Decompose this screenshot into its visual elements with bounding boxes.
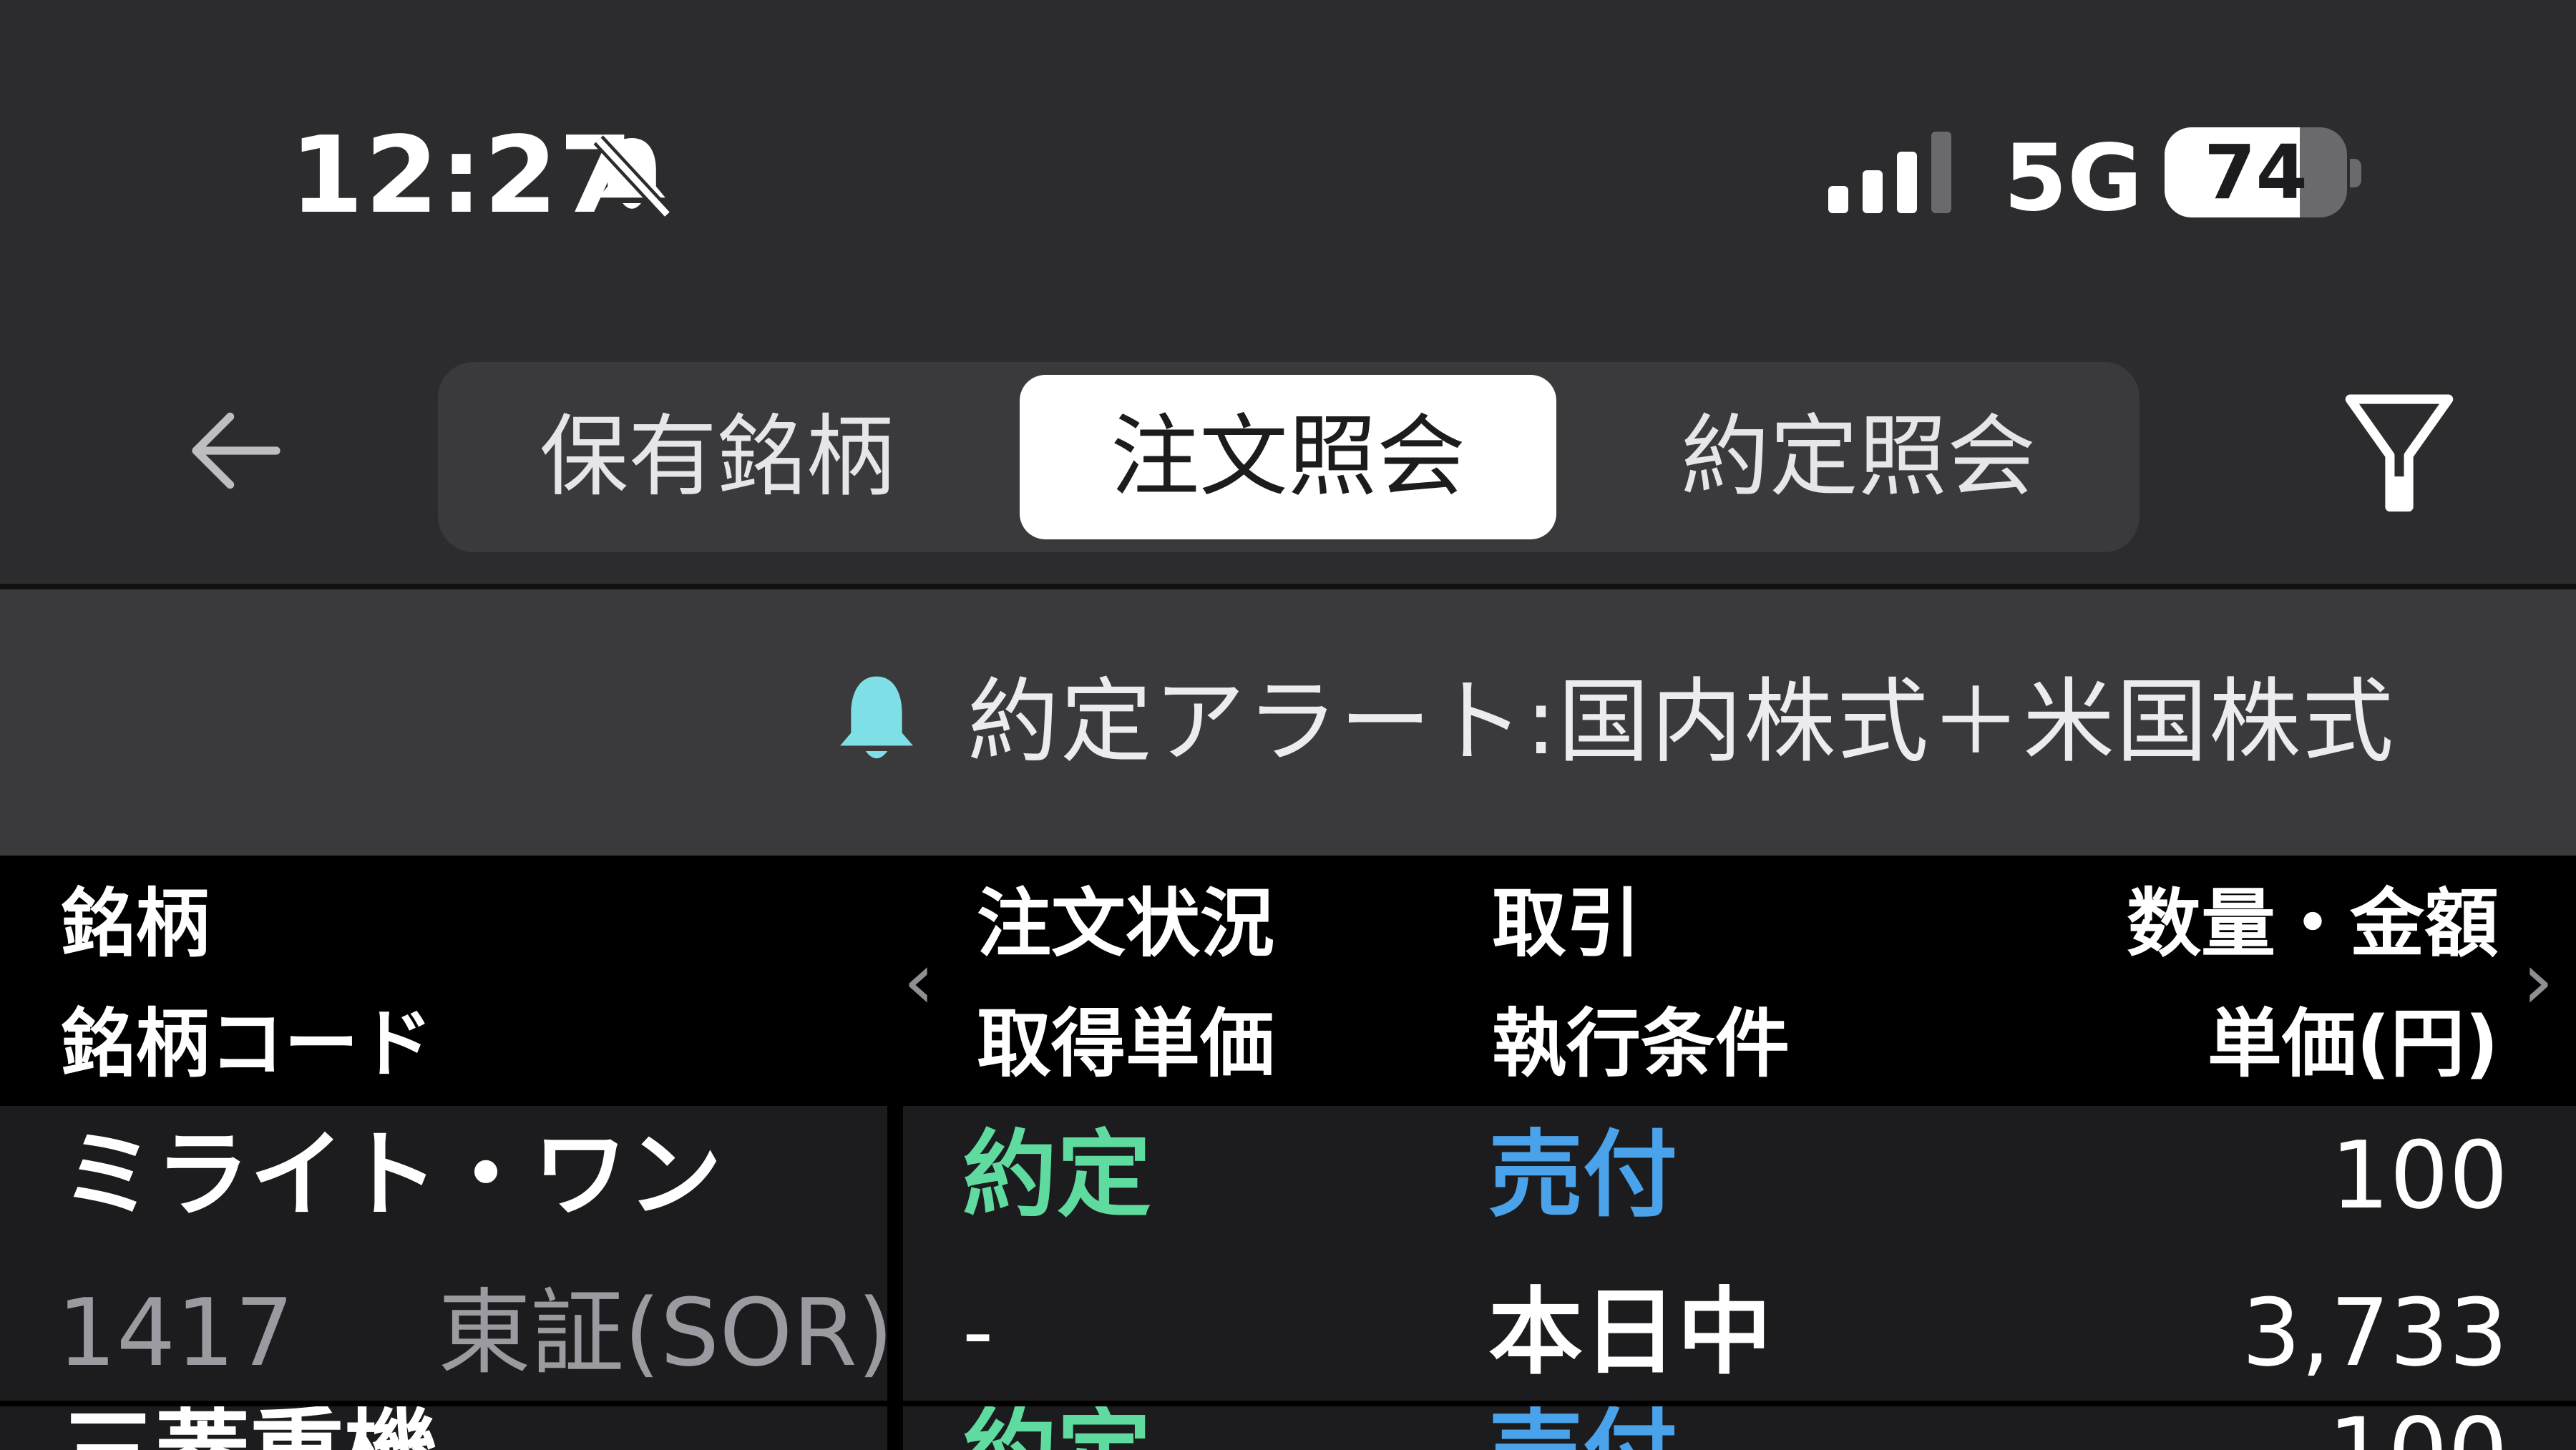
header-stock-code: 銘柄コード — [61, 1000, 434, 1087]
filter-icon[interactable] — [2338, 390, 2460, 519]
quantity: 100 — [2150, 1406, 2508, 1450]
alert-text[interactable]: 約定アラート:国内株式＋米国株式 — [967, 662, 2395, 783]
header-execution-condition: 執行条件 — [1492, 1000, 1790, 1087]
bell-slash-icon — [593, 135, 673, 219]
row-divider — [0, 1401, 2576, 1406]
stock-name[interactable]: ミライト・ワン — [61, 1115, 722, 1236]
battery-icon: 74 — [2165, 127, 2347, 217]
table-header: 銘柄 銘柄コード ‹ 注文状況 取得単価 取引 執行条件 数量・金額 単価(円)… — [0, 856, 2576, 1106]
order-status-partial: 約定 — [962, 1406, 1392, 1450]
divider — [0, 584, 2576, 589]
header-quantity-amount: 数量・金額 — [2126, 880, 2499, 967]
trade-type-partial: 売付 — [1488, 1406, 1918, 1450]
battery-cap — [2350, 159, 2361, 187]
unit-price: 3,733 — [2241, 1278, 2508, 1387]
table-row[interactable]: 三菱重機 — [61, 1406, 848, 1450]
header-trade: 取引 — [1492, 880, 1641, 967]
chevron-right-icon[interactable]: › — [2522, 934, 2554, 1027]
header-unit-price: 単価(円) — [2207, 1000, 2499, 1087]
quantity: 100 — [2330, 1121, 2508, 1230]
tab-bar: 保有銘柄 注文照会 約定照会 — [438, 362, 2140, 552]
header-acquisition-price: 取得単価 — [977, 1000, 1275, 1087]
bell-icon — [840, 676, 913, 759]
trade-type: 売付 — [1488, 1406, 1918, 1450]
battery-percent: 74 — [2204, 129, 2308, 216]
network-type: 5G — [2004, 125, 2143, 232]
trade-type: 売付 — [1488, 1120, 1677, 1230]
stock-code: 1417 — [57, 1278, 294, 1387]
tab-execution-inquiry[interactable]: 約定照会 — [1590, 375, 2127, 539]
quantity-partial: 100 — [2150, 1406, 2508, 1450]
stock-market: 東証(SOR) — [438, 1278, 894, 1387]
tab-holdings[interactable]: 保有銘柄 — [449, 375, 985, 539]
status-time: 12:27 — [290, 114, 635, 237]
execution-condition: 本日中 — [1488, 1278, 1772, 1388]
signal-bars-icon — [1828, 132, 1951, 213]
header-order-status: 注文状況 — [977, 880, 1275, 967]
chevron-left-icon[interactable]: ‹ — [903, 934, 935, 1027]
stock-name[interactable]: 三菱重機 — [61, 1406, 848, 1450]
order-status: 約定 — [962, 1120, 1151, 1230]
header-stock: 銘柄 — [61, 880, 210, 967]
arrow-left-icon[interactable] — [186, 401, 286, 501]
order-status: 約定 — [962, 1406, 1392, 1450]
acquisition-price: - — [962, 1283, 994, 1382]
tab-order-inquiry[interactable]: 注文照会 — [1020, 375, 1556, 539]
